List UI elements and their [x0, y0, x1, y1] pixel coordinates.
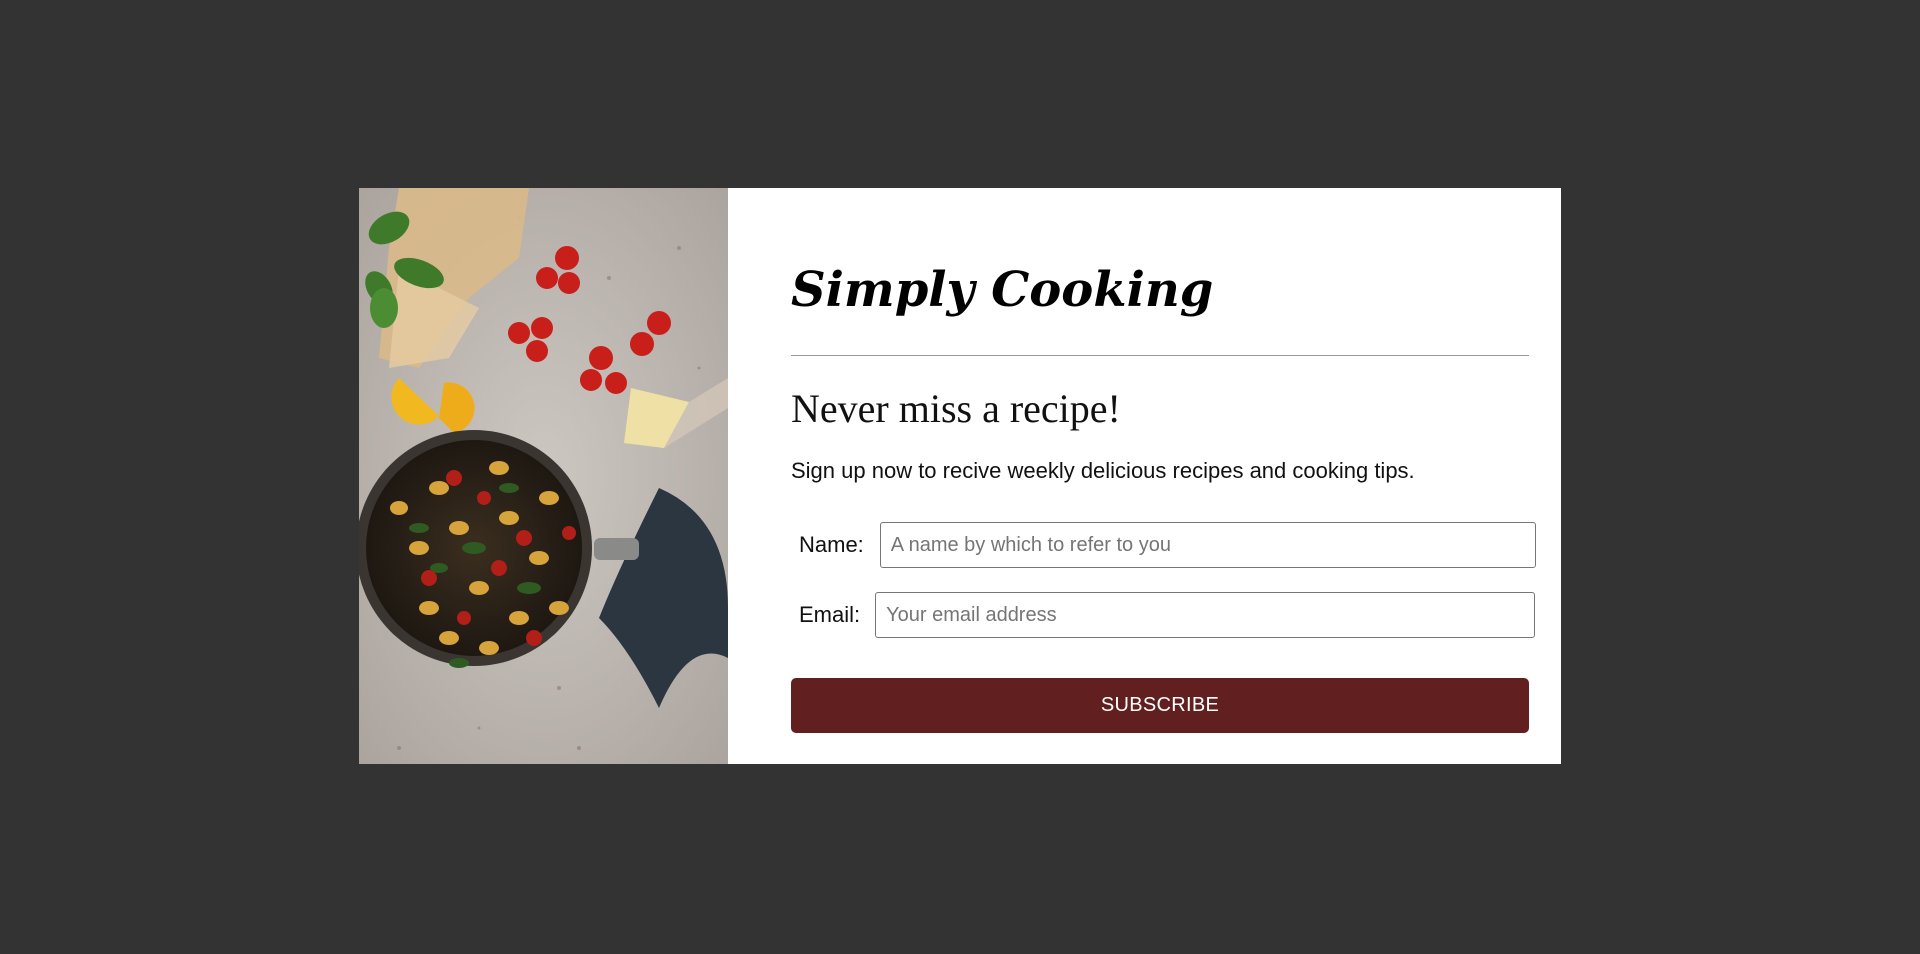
subscribe-button[interactable]: SUBSCRIBE [791, 678, 1529, 733]
signup-headline: Never miss a recipe! [791, 386, 1121, 431]
name-row: Name: [791, 522, 1536, 568]
signup-content: Simply Cooking Never miss a recipe! Sign… [728, 188, 1561, 764]
name-label: Name: [799, 532, 864, 557]
signup-modal: Simply Cooking Never miss a recipe! Sign… [359, 188, 1561, 764]
food-photo [359, 188, 728, 764]
divider [791, 355, 1529, 356]
brand-title: Simply Cooking [791, 262, 1214, 318]
email-row: Email: [791, 592, 1536, 638]
email-label: Email: [799, 602, 861, 627]
email-input[interactable] [875, 592, 1536, 638]
signup-subtext: Sign up now to recive weekly delicious r… [791, 458, 1415, 483]
name-input[interactable] [879, 522, 1536, 568]
